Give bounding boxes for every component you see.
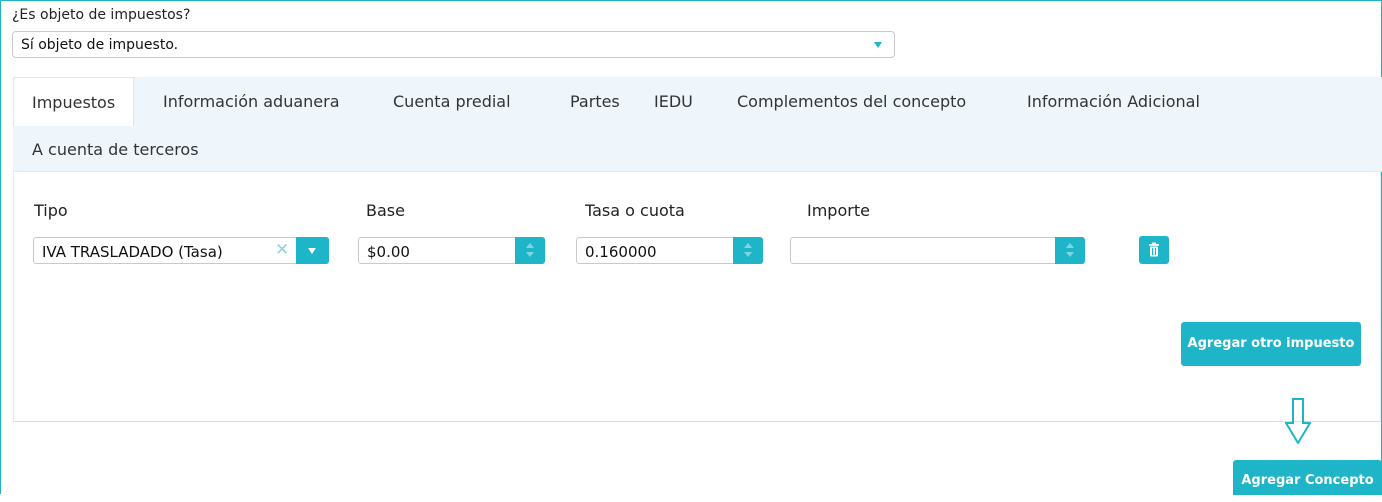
tab-a-cuenta-de-terceros[interactable]: A cuenta de terceros <box>32 140 199 159</box>
tab-complementos[interactable]: Complementos del concepto <box>737 77 966 126</box>
chevron-down-icon <box>308 248 316 254</box>
agregar-otro-impuesto-button[interactable]: Agregar otro impuesto <box>1181 322 1361 366</box>
tab-partes[interactable]: Partes <box>570 77 620 126</box>
base-input[interactable]: $0.00 <box>358 237 545 264</box>
subtab-bar: A cuenta de terceros <box>13 126 1382 172</box>
clear-x-icon[interactable]: ✕ <box>275 240 289 260</box>
stepper-up-icon <box>526 243 534 248</box>
stepper-down-icon <box>1066 252 1074 257</box>
tasa-stepper[interactable] <box>733 237 763 264</box>
stepper-down-icon <box>744 252 752 257</box>
tab-informacion-aduanera[interactable]: Información aduanera <box>163 77 340 126</box>
tab-cuenta-predial[interactable]: Cuenta predial <box>393 77 511 126</box>
tab-informacion-adicional[interactable]: Información Adicional <box>1027 77 1200 126</box>
col-importe-label: Importe <box>807 201 870 220</box>
tasa-input[interactable]: 0.160000 <box>576 237 763 264</box>
tipo-value: IVA TRASLADADO (Tasa) <box>42 243 223 261</box>
tasa-value: 0.160000 <box>585 243 657 261</box>
base-stepper[interactable] <box>515 237 545 264</box>
importe-stepper[interactable] <box>1055 237 1085 264</box>
tab-iedu[interactable]: IEDU <box>654 77 693 126</box>
chevron-down-icon <box>874 42 882 48</box>
arrow-down-icon <box>1285 398 1311 444</box>
base-value: $0.00 <box>367 243 410 261</box>
tab-impuestos[interactable]: Impuestos <box>13 77 135 126</box>
objeto-impuestos-value: Sí objeto de impuesto. <box>21 37 179 53</box>
stepper-up-icon <box>1066 243 1074 248</box>
col-tipo-label: Tipo <box>34 201 68 220</box>
concept-tabs: Impuestos Información aduanera Cuenta pr… <box>13 77 1382 126</box>
trash-icon <box>1149 242 1159 257</box>
importe-input[interactable] <box>790 237 1085 264</box>
col-tasa-label: Tasa o cuota <box>585 201 685 220</box>
stepper-down-icon <box>526 252 534 257</box>
col-base-label: Base <box>366 201 405 220</box>
delete-impuesto-button[interactable] <box>1139 236 1169 264</box>
objeto-impuestos-select[interactable]: Sí objeto de impuesto. <box>12 31 895 58</box>
impuestos-panel <box>13 172 1381 422</box>
tipo-select[interactable]: IVA TRASLADADO (Tasa) ✕ <box>33 237 329 264</box>
stepper-up-icon <box>744 243 752 248</box>
objeto-impuestos-label: ¿Es objeto de impuestos? <box>12 7 191 23</box>
agregar-concepto-button[interactable]: Agregar Concepto <box>1233 460 1382 495</box>
tipo-dropdown-button[interactable] <box>296 237 329 264</box>
